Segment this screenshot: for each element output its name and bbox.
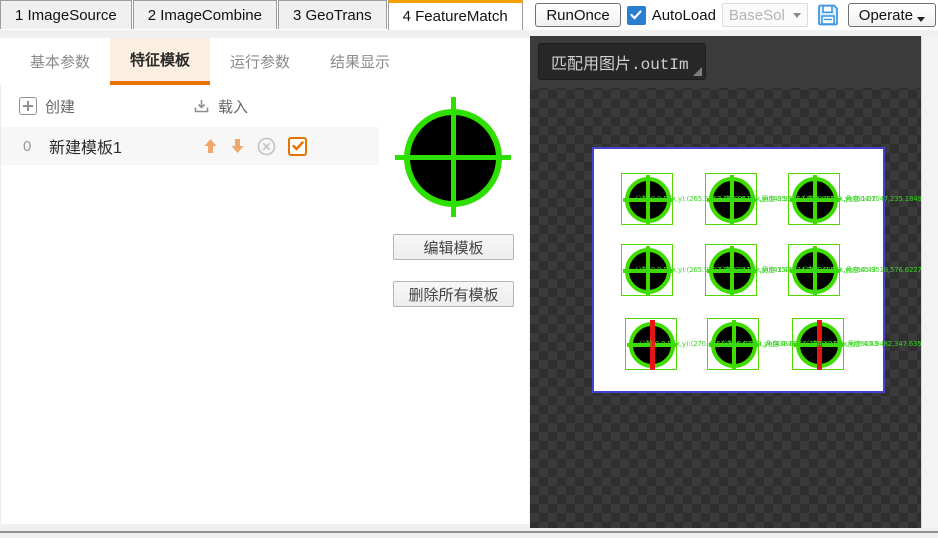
operate-button[interactable]: Operate [848,3,936,27]
move-down-icon[interactable] [230,138,245,154]
delete-template-icon[interactable] [257,137,276,156]
template-list-panel: 创建 载入 0 新建模板1 [0,85,380,524]
move-up-icon[interactable] [203,138,218,154]
auto-load-label: AutoLoad [652,7,716,24]
create-label: 创建 [45,96,75,117]
download-icon [193,98,210,115]
dropdown-corner-icon [693,67,702,76]
tab-basic-params[interactable]: 基本参数 [10,38,110,85]
auto-load-checkbox[interactable] [627,6,646,25]
param-tab-bar: 基本参数 特征模板 运行参数 结果显示 [0,38,530,86]
top-tab-image-source[interactable]: 1 ImageSource [0,0,132,29]
tab-result-display[interactable]: 结果显示 [310,38,410,85]
tab-feature-template[interactable]: 特征模板 [110,38,210,85]
window-bottom-edge [0,531,938,533]
match-canvas: 分数:0.9 P:(x,y):(265.5362,196.9611) ,角度:0… [592,147,885,393]
top-tab-feature-match[interactable]: 4 FeatureMatch [388,0,523,30]
check-icon [630,10,642,20]
template-cross-horizontal [395,155,511,160]
operate-label: Operate [859,7,913,24]
solution-select[interactable]: BaseSol [722,3,808,27]
window-right-edge [921,36,938,528]
match-annotation: 分数:0.9 P:(x,y):(605.9482,347.6358) ,角度:0… [806,340,921,348]
image-source-dropdown-value: 匹配用图片.outIm [551,50,689,74]
plus-icon [19,97,37,115]
image-source-dropdown[interactable]: 匹配用图片.outIm [538,43,706,80]
top-tab-image-combine[interactable]: 2 ImageCombine [133,0,277,29]
template-enabled-checkbox[interactable] [288,137,307,156]
template-preview-image [393,95,513,223]
toolbar: RunOnce AutoLoad BaseSol Operate [535,2,936,28]
viewer-top-bar: 匹配用图片.outIm [530,36,921,88]
template-index: 0 [23,138,49,155]
delete-all-templates-button[interactable]: 删除所有模板 [393,281,514,307]
chevron-down-icon [793,13,801,18]
load-template-button[interactable]: 载入 [193,96,248,117]
tab-run-params[interactable]: 运行参数 [210,38,310,85]
template-row[interactable]: 0 新建模板1 [1,127,379,165]
chevron-down-icon [917,17,925,22]
tab-separator-strip [0,30,530,38]
match-annotation: 分数:0.9 P:(x,y):(604.1047,235.1849) ,角度:0… [802,195,921,203]
check-icon [292,141,304,151]
load-label: 载入 [218,96,248,117]
template-preview-panel: 编辑模板 删除所有模板 [379,85,529,524]
template-name: 新建模板1 [49,134,179,158]
match-annotation: 分数:0.9 P:(x,y):(605.9518,576.6227) ,角度:0… [802,266,921,274]
run-once-button[interactable]: RunOnce [535,3,620,27]
edit-template-button[interactable]: 编辑模板 [393,234,514,260]
image-viewer[interactable]: 匹配用图片.outIm 分数:0.9 P:(x,y):(265.5362,196… [530,36,921,528]
create-template-button[interactable]: 创建 [19,96,75,117]
top-tab-bar: 1 ImageSource 2 ImageCombine 3 GeoTrans … [0,0,938,30]
solution-select-value: BaseSol [729,7,785,24]
floppy-save-icon [816,3,840,27]
save-button[interactable] [814,2,842,28]
top-tab-geo-trans[interactable]: 3 GeoTrans [278,0,387,29]
